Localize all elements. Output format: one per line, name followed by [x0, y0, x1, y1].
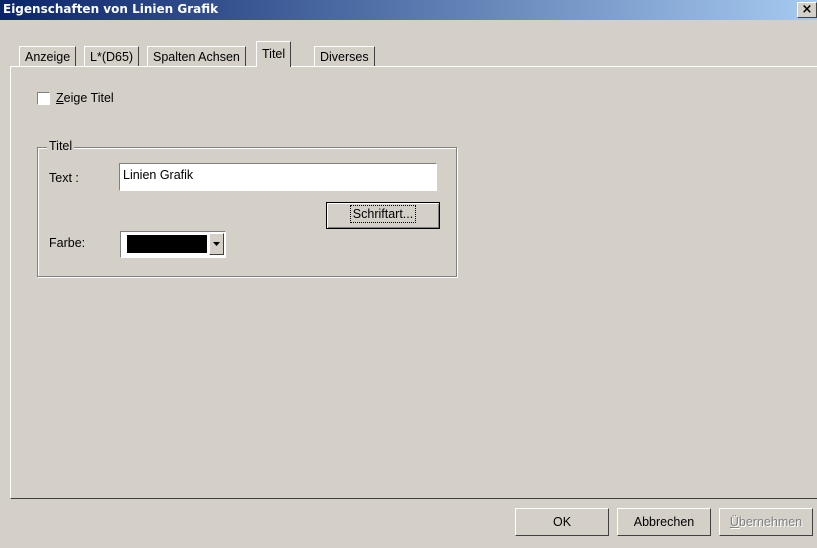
- title-text-input[interactable]: Linien Grafik: [119, 163, 437, 191]
- tab-label: Diverses: [320, 50, 369, 64]
- apply-label-rest: bernehmen: [738, 515, 803, 529]
- apply-accel: Ü: [729, 515, 739, 529]
- close-button[interactable]: ×: [797, 2, 817, 18]
- cancel-button[interactable]: Abbrechen: [617, 508, 711, 536]
- color-swatch: [127, 235, 207, 253]
- color-picker[interactable]: [120, 231, 226, 258]
- tab-spalten-achsen[interactable]: Spalten Achsen: [147, 46, 246, 67]
- title-group-legend: Titel: [47, 139, 75, 153]
- chevron-down-icon: [213, 242, 220, 246]
- close-icon: ×: [801, 2, 813, 17]
- tab-titel[interactable]: Titel: [256, 41, 292, 67]
- window-title: Eigenschaften von Linien Grafik: [3, 2, 219, 16]
- apply-button[interactable]: Übernehmen: [719, 508, 813, 536]
- show-title-accel: Z: [56, 91, 64, 105]
- tab-diverses[interactable]: Diverses: [314, 46, 375, 67]
- tab-label: Anzeige: [25, 50, 71, 64]
- color-dropdown-button[interactable]: [209, 233, 224, 255]
- text-label: Text :: [49, 171, 79, 185]
- tab-label: Titel: [262, 47, 286, 61]
- tab-panel: [10, 66, 817, 499]
- show-title-checkbox[interactable]: [37, 92, 50, 105]
- tab-label: L*(D65): [90, 50, 134, 64]
- cancel-label: Abbrechen: [633, 515, 695, 529]
- font-button-label: Schriftart...: [349, 205, 417, 223]
- tab-anzeige[interactable]: Anzeige: [19, 46, 77, 67]
- tab-l-d65[interactable]: L*(D65): [84, 46, 140, 67]
- ok-button[interactable]: OK: [515, 508, 609, 536]
- title-bar: Eigenschaften von Linien Grafik ×: [0, 0, 817, 20]
- font-button[interactable]: Schriftart...: [326, 202, 440, 229]
- tab-label: Spalten Achsen: [153, 50, 240, 64]
- show-title-label-rest: eige Titel: [63, 91, 114, 105]
- show-title-label[interactable]: Zeige Titel: [56, 91, 114, 105]
- ok-label: OK: [552, 515, 572, 529]
- color-label: Farbe:: [49, 236, 86, 250]
